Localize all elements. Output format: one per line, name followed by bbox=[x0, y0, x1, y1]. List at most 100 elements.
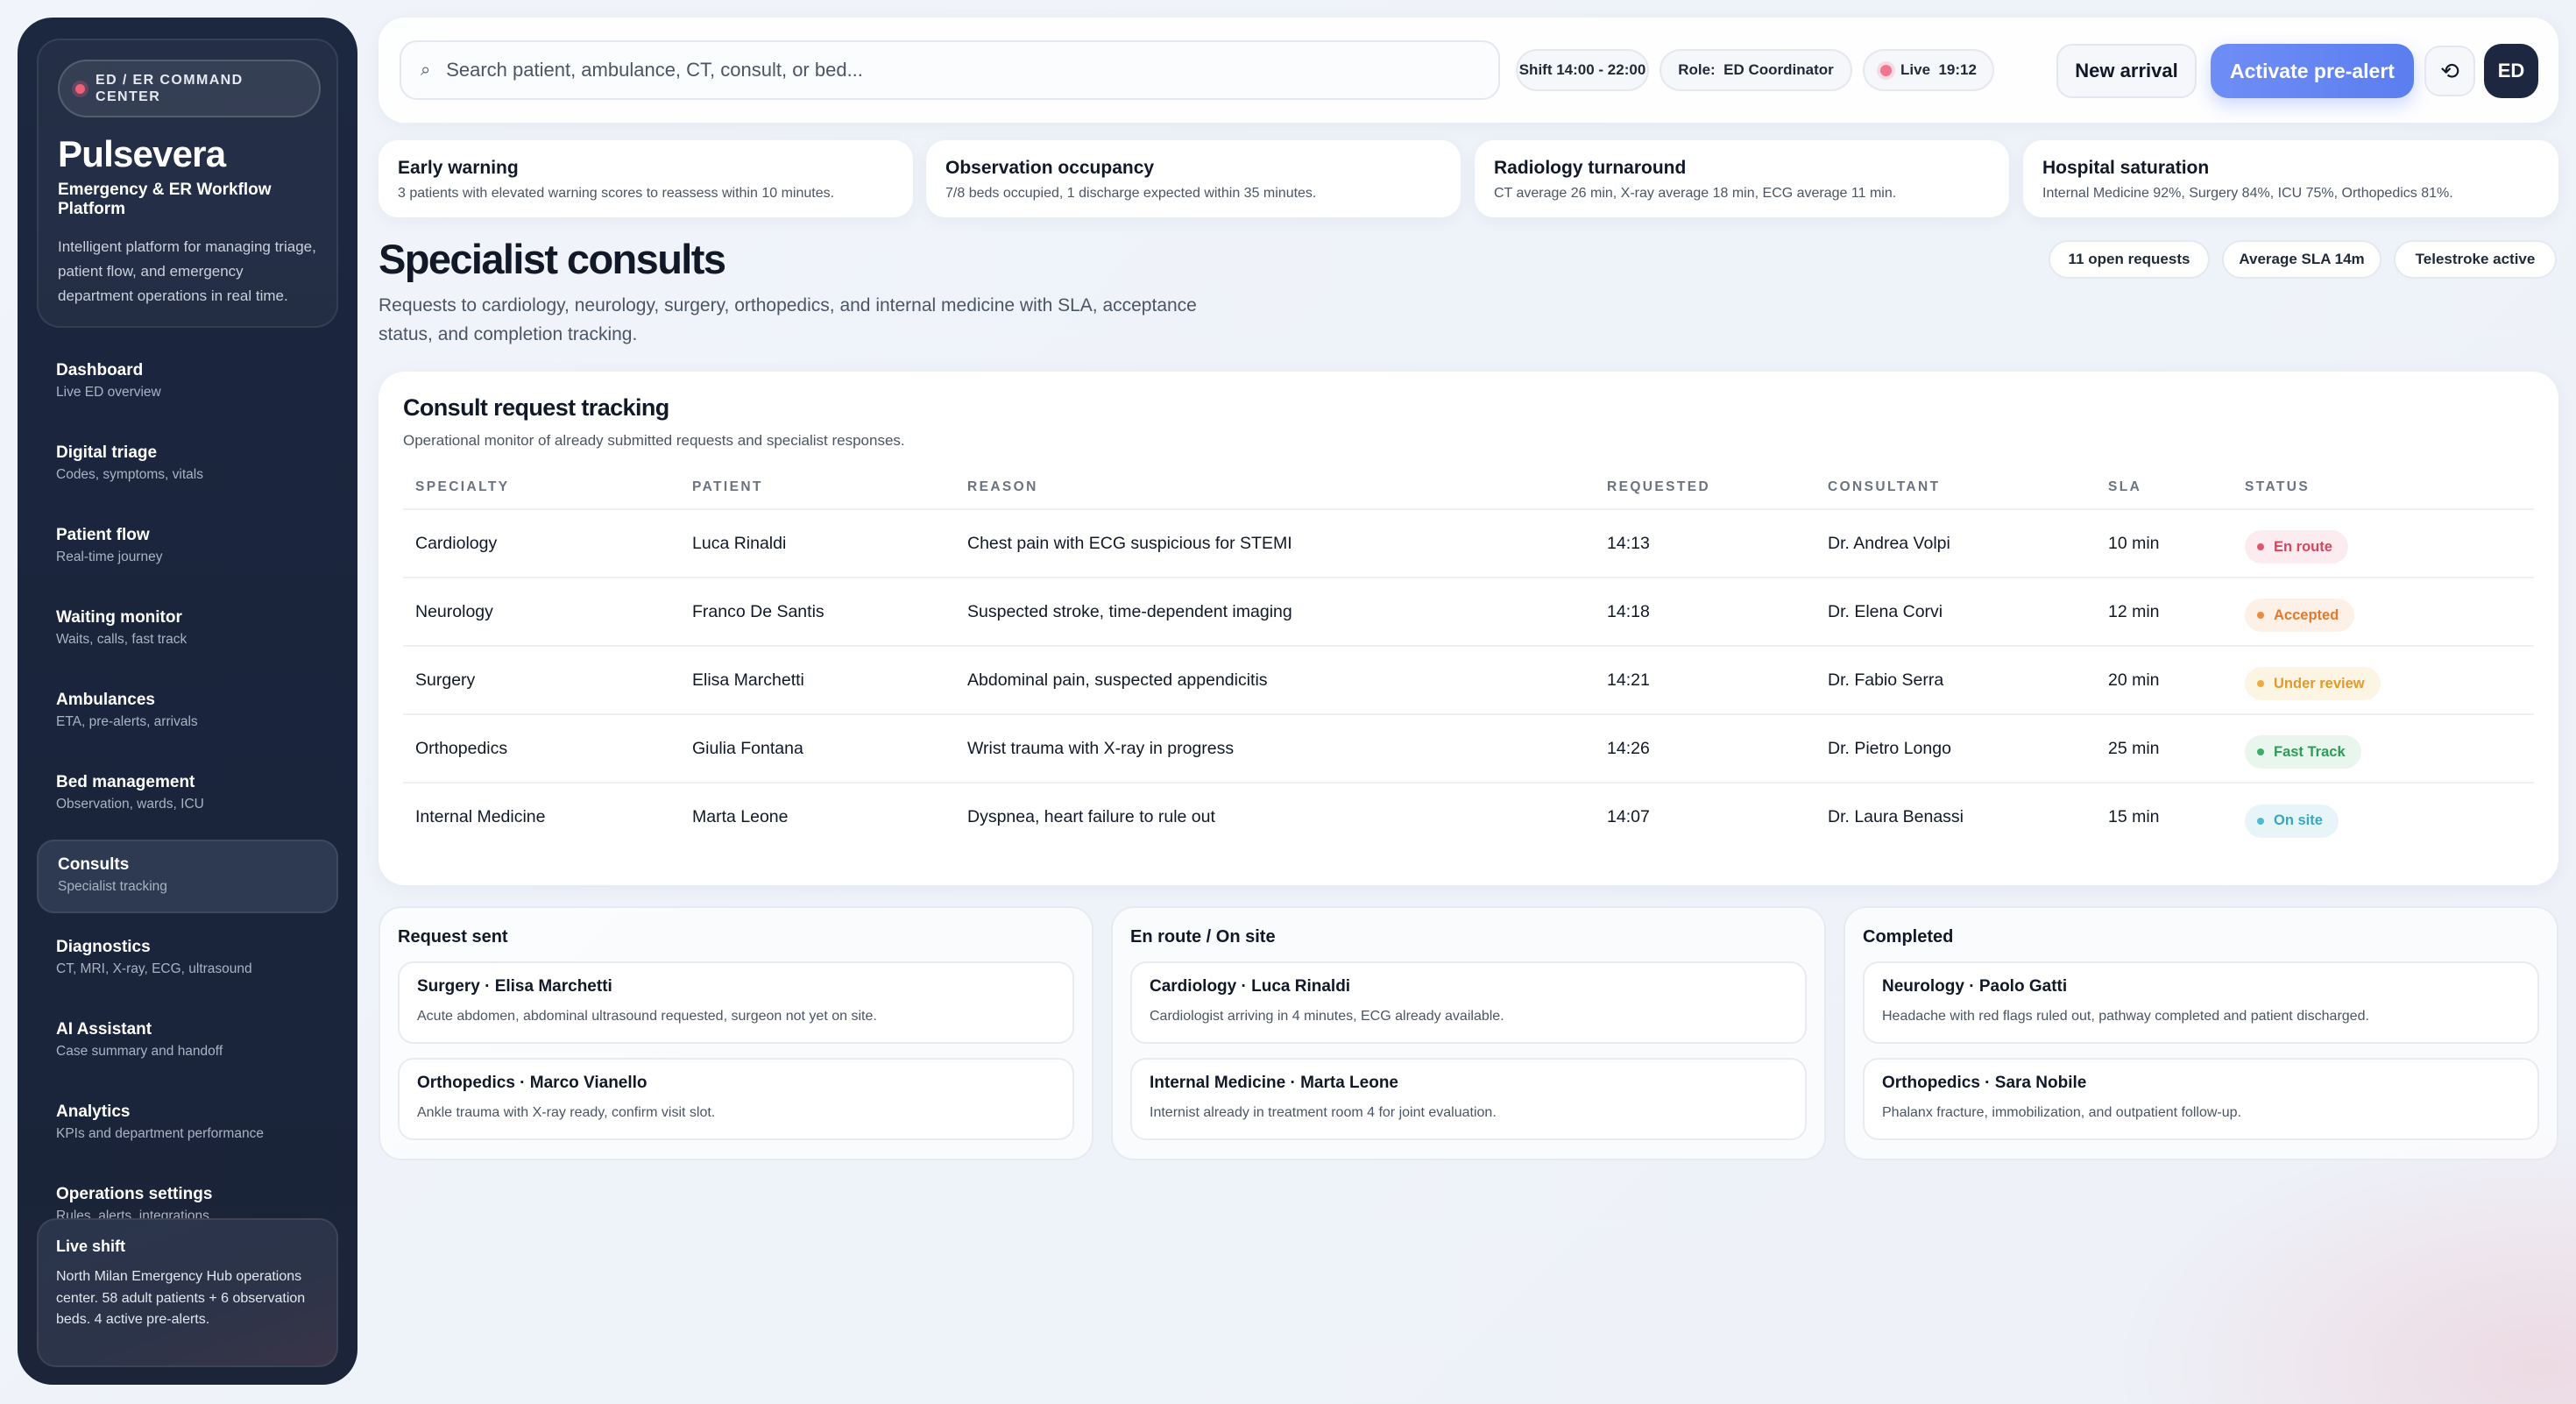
average-sla-pill: Average SLA 14m bbox=[2222, 240, 2381, 279]
table-row[interactable]: Cardiology Luca Rinaldi Chest pain with … bbox=[403, 509, 2534, 578]
consult-card-text: Phalanx fracture, immobilization, and ou… bbox=[1882, 1105, 2241, 1120]
sidebar-item-label: Patient flow bbox=[56, 526, 150, 544]
consult-card[interactable]: Orthopedics · Sara Nobile Phalanx fractu… bbox=[1863, 1058, 2539, 1140]
search-box[interactable]: ⌕ bbox=[400, 40, 1500, 100]
page-title: Specialist consults bbox=[379, 236, 726, 282]
cell-reason: Wrist trauma with X-ray in progress bbox=[955, 714, 1595, 784]
brand-subtitle: Emergency & ER Workflow Platform bbox=[58, 181, 272, 218]
consult-card-title: Surgery · Elisa Marchetti bbox=[417, 977, 612, 996]
sidebar-item-digital-triage[interactable]: Digital triage Codes, symptoms, vitals bbox=[37, 428, 338, 501]
consult-card[interactable]: Orthopedics · Marco Vianello Ankle traum… bbox=[398, 1058, 1074, 1140]
sidebar-item-label: Ambulances bbox=[56, 691, 155, 709]
table-row[interactable]: Orthopedics Giulia Fontana Wrist trauma … bbox=[403, 714, 2534, 784]
status-badge: On site bbox=[2245, 804, 2339, 838]
column-header[interactable]: REASON bbox=[955, 479, 1595, 510]
sidebar-item-label: Consults bbox=[58, 855, 130, 874]
live-shift-title: Live shift bbox=[56, 1237, 126, 1255]
table-row[interactable]: Internal Medicine Marta Leone Dyspnea, h… bbox=[403, 783, 2534, 851]
refresh-button[interactable]: ⟲ bbox=[2424, 46, 2475, 96]
status-badge: Accepted bbox=[2245, 599, 2355, 632]
consult-table: SPECIALTY PATIENT REASON REQUESTED CONSU… bbox=[403, 479, 2534, 851]
sidebar-item-diagnostics[interactable]: Diagnostics CT, MRI, X-ray, ECG, ultraso… bbox=[37, 922, 338, 996]
sidebar-item-label: Operations settings bbox=[56, 1185, 213, 1203]
sidebar-item-patient-flow[interactable]: Patient flow Real-time journey bbox=[37, 510, 338, 584]
sidebar-nav: Dashboard Live ED overview Digital triag… bbox=[37, 345, 338, 1230]
stat-card-radiology-turnaround[interactable]: Radiology turnaround CT average 26 min, … bbox=[1475, 140, 2009, 217]
stat-title: Hospital saturation bbox=[2042, 158, 2210, 178]
column-title: Completed bbox=[1863, 927, 1954, 947]
cell-requested: 14:26 bbox=[1595, 714, 1815, 784]
cell-sla: 25 min bbox=[2096, 714, 2233, 784]
new-arrival-button[interactable]: New arrival bbox=[2056, 44, 2197, 98]
status-dot-icon bbox=[75, 83, 85, 94]
stat-card-hospital-saturation[interactable]: Hospital saturation Internal Medicine 92… bbox=[2023, 140, 2558, 217]
consult-card-text: Internist already in treatment room 4 fo… bbox=[1150, 1105, 1497, 1120]
sidebar-item-sublabel: ETA, pre-alerts, arrivals bbox=[56, 714, 198, 729]
consult-card[interactable]: Neurology · Paolo Gatti Headache with re… bbox=[1863, 961, 2539, 1044]
table-row[interactable]: Neurology Franco De Santis Suspected str… bbox=[403, 578, 2534, 647]
cell-specialty: Surgery bbox=[403, 646, 680, 715]
stat-text: CT average 26 min, X-ray average 18 min,… bbox=[1494, 186, 1897, 201]
cell-sla: 12 min bbox=[2096, 578, 2233, 647]
sidebar-item-analytics[interactable]: Analytics KPIs and department performanc… bbox=[37, 1087, 338, 1160]
stat-card-observation-occupancy[interactable]: Observation occupancy 7/8 beds occupied,… bbox=[926, 140, 1461, 217]
sidebar-item-ambulances[interactable]: Ambulances ETA, pre-alerts, arrivals bbox=[37, 675, 338, 748]
table-header-row: SPECIALTY PATIENT REASON REQUESTED CONSU… bbox=[403, 479, 2534, 510]
status-dot-icon bbox=[2257, 748, 2264, 755]
column-header[interactable]: SPECIALTY bbox=[403, 479, 680, 510]
sidebar-item-dashboard[interactable]: Dashboard Live ED overview bbox=[37, 345, 338, 419]
status-label: On site bbox=[2274, 812, 2323, 828]
consult-card-text: Headache with red flags ruled out, pathw… bbox=[1882, 1009, 2369, 1024]
cell-reason: Dyspnea, heart failure to rule out bbox=[967, 807, 1215, 826]
column-title: En route / On site bbox=[1130, 927, 1276, 947]
live-dot-icon bbox=[1880, 64, 1893, 76]
sidebar-item-consults[interactable]: Consults Specialist tracking bbox=[37, 840, 338, 913]
sidebar-item-sublabel: Live ED overview bbox=[56, 385, 161, 400]
cell-consultant: Dr. Andrea Volpi bbox=[1815, 509, 2096, 578]
consult-card[interactable]: Internal Medicine · Marta Leone Internis… bbox=[1130, 1058, 1807, 1140]
cell-requested: 14:13 bbox=[1595, 509, 1815, 578]
sidebar-item-label: AI Assistant bbox=[56, 1020, 152, 1039]
table-row[interactable]: Surgery Elisa Marchetti Abdominal pain, … bbox=[403, 646, 2534, 715]
cell-specialty: Internal Medicine bbox=[415, 807, 546, 826]
cell-consultant: Dr. Fabio Serra bbox=[1815, 646, 2096, 715]
brand-name: Pulsevera bbox=[58, 133, 226, 174]
cell-requested: 14:07 bbox=[1607, 807, 1650, 826]
stat-title: Observation occupancy bbox=[945, 158, 1155, 178]
status-badge: En route bbox=[2245, 530, 2348, 564]
consult-card-text: Cardiologist arriving in 4 minutes, ECG … bbox=[1150, 1009, 1504, 1024]
cell-patient: Franco De Santis bbox=[680, 578, 955, 647]
sidebar-item-waiting-monitor[interactable]: Waiting monitor Waits, calls, fast track bbox=[37, 592, 338, 666]
brand-badge: ED / ER COMMAND CENTER bbox=[58, 60, 321, 117]
status-badge: Under review bbox=[2245, 667, 2381, 700]
status-badge: Fast Track bbox=[2245, 735, 2361, 769]
status-dot-icon bbox=[2257, 680, 2264, 687]
column-header[interactable]: CONSULTANT bbox=[1815, 479, 2096, 510]
cell-reason: Suspected stroke, time-dependent imaging bbox=[955, 578, 1595, 647]
cell-sla: 20 min bbox=[2096, 646, 2233, 715]
sidebar-item-sublabel: Real-time journey bbox=[56, 550, 163, 564]
column-header[interactable]: REQUESTED bbox=[1595, 479, 1815, 510]
sidebar-item-bed-management[interactable]: Bed management Observation, wards, ICU bbox=[37, 757, 338, 831]
sidebar-item-sublabel: Waits, calls, fast track bbox=[56, 632, 188, 647]
column-header[interactable]: PATIENT bbox=[680, 479, 955, 510]
cell-consultant: Dr. Elena Corvi bbox=[1815, 578, 2096, 647]
consult-card[interactable]: Cardiology · Luca Rinaldi Cardiologist a… bbox=[1130, 961, 1807, 1044]
stat-text: 3 patients with elevated warning scores … bbox=[398, 186, 835, 201]
live-clock-label: Live 19:12 bbox=[1900, 61, 1977, 78]
sidebar-item-label: Analytics bbox=[56, 1103, 131, 1121]
column-header[interactable]: SLA bbox=[2096, 479, 2233, 510]
sidebar-item-ai-assistant[interactable]: AI Assistant Case summary and handoff bbox=[37, 1004, 338, 1078]
consult-card[interactable]: Surgery · Elisa Marchetti Acute abdomen,… bbox=[398, 961, 1074, 1044]
role-pill: Role: ED Coordinator bbox=[1660, 49, 1852, 91]
activate-prealert-button[interactable]: Activate pre-alert bbox=[2211, 44, 2414, 98]
avatar[interactable]: ED bbox=[2484, 44, 2538, 98]
consult-card-text: Ankle trauma with X-ray ready, confirm v… bbox=[417, 1105, 716, 1120]
stat-card-early-warning[interactable]: Early warning 3 patients with elevated w… bbox=[379, 140, 913, 217]
sidebar-item-sublabel: Specialist tracking bbox=[58, 879, 167, 894]
cell-patient: Luca Rinaldi bbox=[680, 509, 955, 578]
column-header[interactable]: STATUS bbox=[2233, 479, 2534, 510]
cell-sla: 10 min bbox=[2096, 509, 2233, 578]
search-input[interactable] bbox=[446, 59, 1454, 82]
telestroke-pill: Telestroke active bbox=[2394, 240, 2557, 279]
